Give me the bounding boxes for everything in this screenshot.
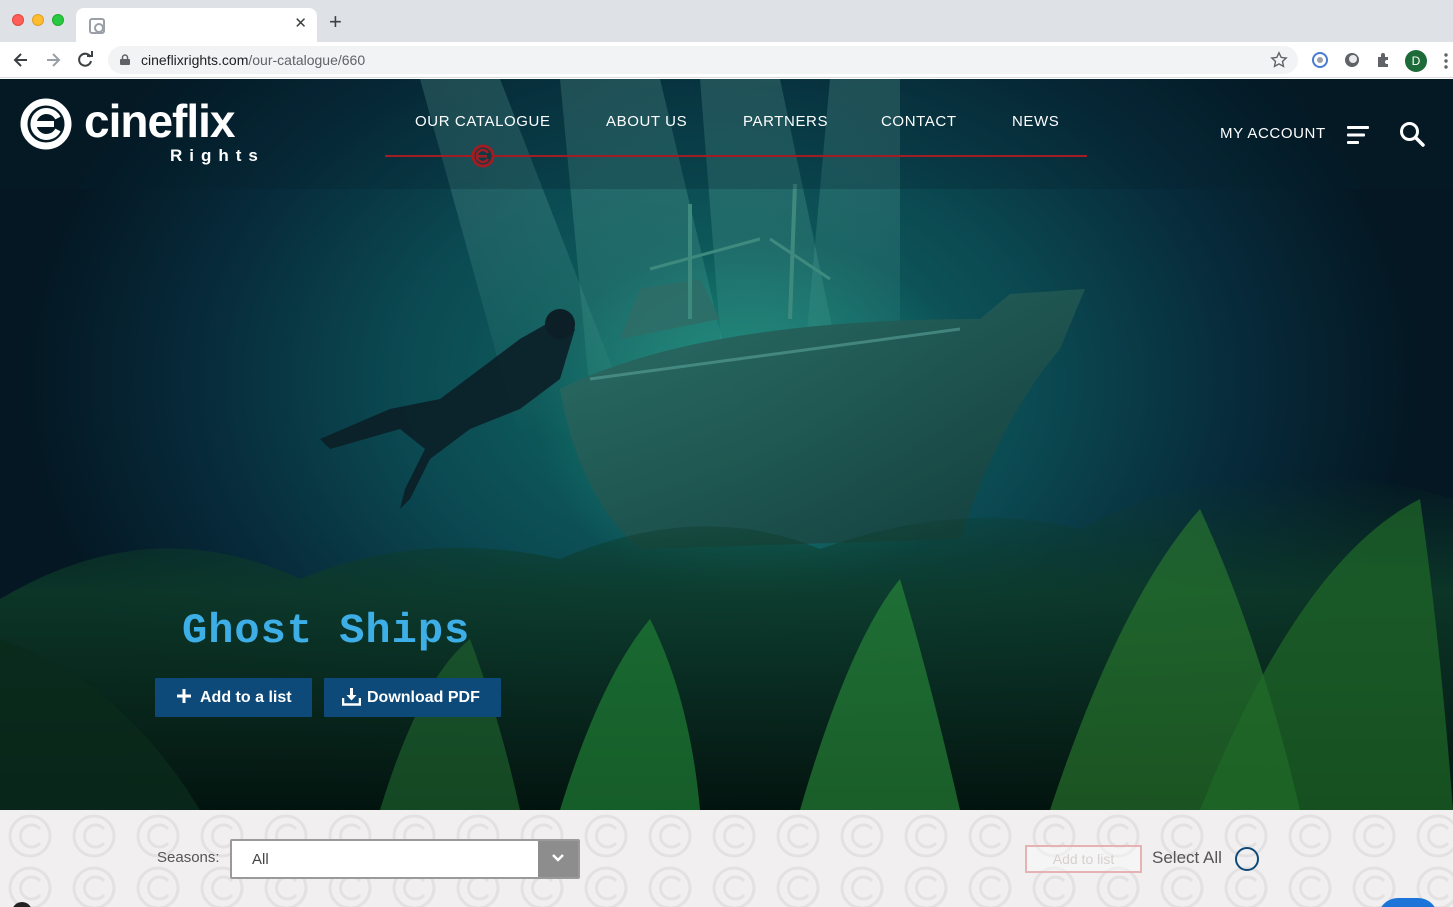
nav-about-us[interactable]: ABOUT US <box>606 112 687 132</box>
url-host: cineflixrights.com <box>141 52 249 68</box>
minimize-window-button[interactable] <box>32 14 44 26</box>
bookmark-star-icon[interactable] <box>1270 51 1288 69</box>
browser-tab-bar: ✕ + <box>0 0 1453 42</box>
extension-circle-icon[interactable] <box>1343 51 1361 69</box>
logo-wordmark[interactable]: cineflix <box>84 94 236 148</box>
logo-subtitle: Rights <box>170 146 265 165</box>
download-pdf-button[interactable]: Download PDF <box>324 678 501 717</box>
seasons-selected-value: All <box>252 851 269 868</box>
search-icon[interactable] <box>1399 121 1425 147</box>
seasons-dropdown[interactable]: All <box>230 839 580 879</box>
address-bar[interactable]: cineflixrights.com/our-catalogue/660 <box>108 46 1298 74</box>
seasons-label: Seasons: <box>157 849 220 866</box>
browser-toolbar: cineflixrights.com/our-catalogue/660 <box>0 42 1453 78</box>
lock-icon <box>120 54 130 65</box>
add-to-list-button[interactable]: Add to list <box>1025 845 1142 873</box>
select-all-checkbox[interactable] <box>1235 847 1259 871</box>
browser-tab[interactable]: ✕ <box>76 8 317 42</box>
reload-icon[interactable] <box>75 50 95 70</box>
nav-contact[interactable]: CONTACT <box>881 112 957 132</box>
google-extension-icon[interactable] <box>1311 51 1329 69</box>
my-account-link[interactable]: MY ACCOUNT <box>1220 124 1326 144</box>
episode-filter-bar: Seasons: All Add to list Select All <box>0 810 1453 907</box>
download-pdf-label: Download PDF <box>367 689 480 706</box>
page-title: Ghost Ships <box>182 607 471 655</box>
forward-icon[interactable] <box>43 50 63 70</box>
main-navigation: OUR CATALOGUE ABOUT US PARTNERS CONTACT … <box>385 112 1087 168</box>
add-to-a-list-label: Add to a list <box>200 689 292 706</box>
favicon-icon <box>89 18 105 34</box>
nav-partners[interactable]: PARTNERS <box>743 112 828 132</box>
url-text: cineflixrights.com/our-catalogue/660 <box>141 52 365 68</box>
plus-icon <box>177 689 191 703</box>
seasons-dropdown-toggle[interactable] <box>538 841 578 877</box>
chevron-down-icon <box>552 854 564 862</box>
extensions-puzzle-icon[interactable] <box>1375 51 1393 69</box>
nav-our-catalogue[interactable]: OUR CATALOGUE <box>415 112 551 132</box>
profile-avatar[interactable]: D <box>1405 50 1427 72</box>
active-nav-logo-icon <box>471 144 495 168</box>
select-all-label[interactable]: Select All <box>1152 848 1222 868</box>
browser-menu-icon[interactable] <box>1444 52 1448 70</box>
add-to-a-list-button[interactable]: Add to a list <box>155 678 312 717</box>
maximize-window-button[interactable] <box>52 14 64 26</box>
new-tab-icon[interactable]: + <box>329 11 342 33</box>
nav-news[interactable]: NEWS <box>1012 112 1059 132</box>
cineflix-logo-icon[interactable] <box>20 98 74 152</box>
url-path: /our-catalogue/660 <box>248 52 366 68</box>
hamburger-menu-icon[interactable] <box>1347 125 1371 145</box>
back-icon[interactable] <box>11 50 31 70</box>
tab-close-icon[interactable]: ✕ <box>294 15 307 33</box>
download-icon <box>342 688 361 706</box>
close-window-button[interactable] <box>12 14 24 26</box>
